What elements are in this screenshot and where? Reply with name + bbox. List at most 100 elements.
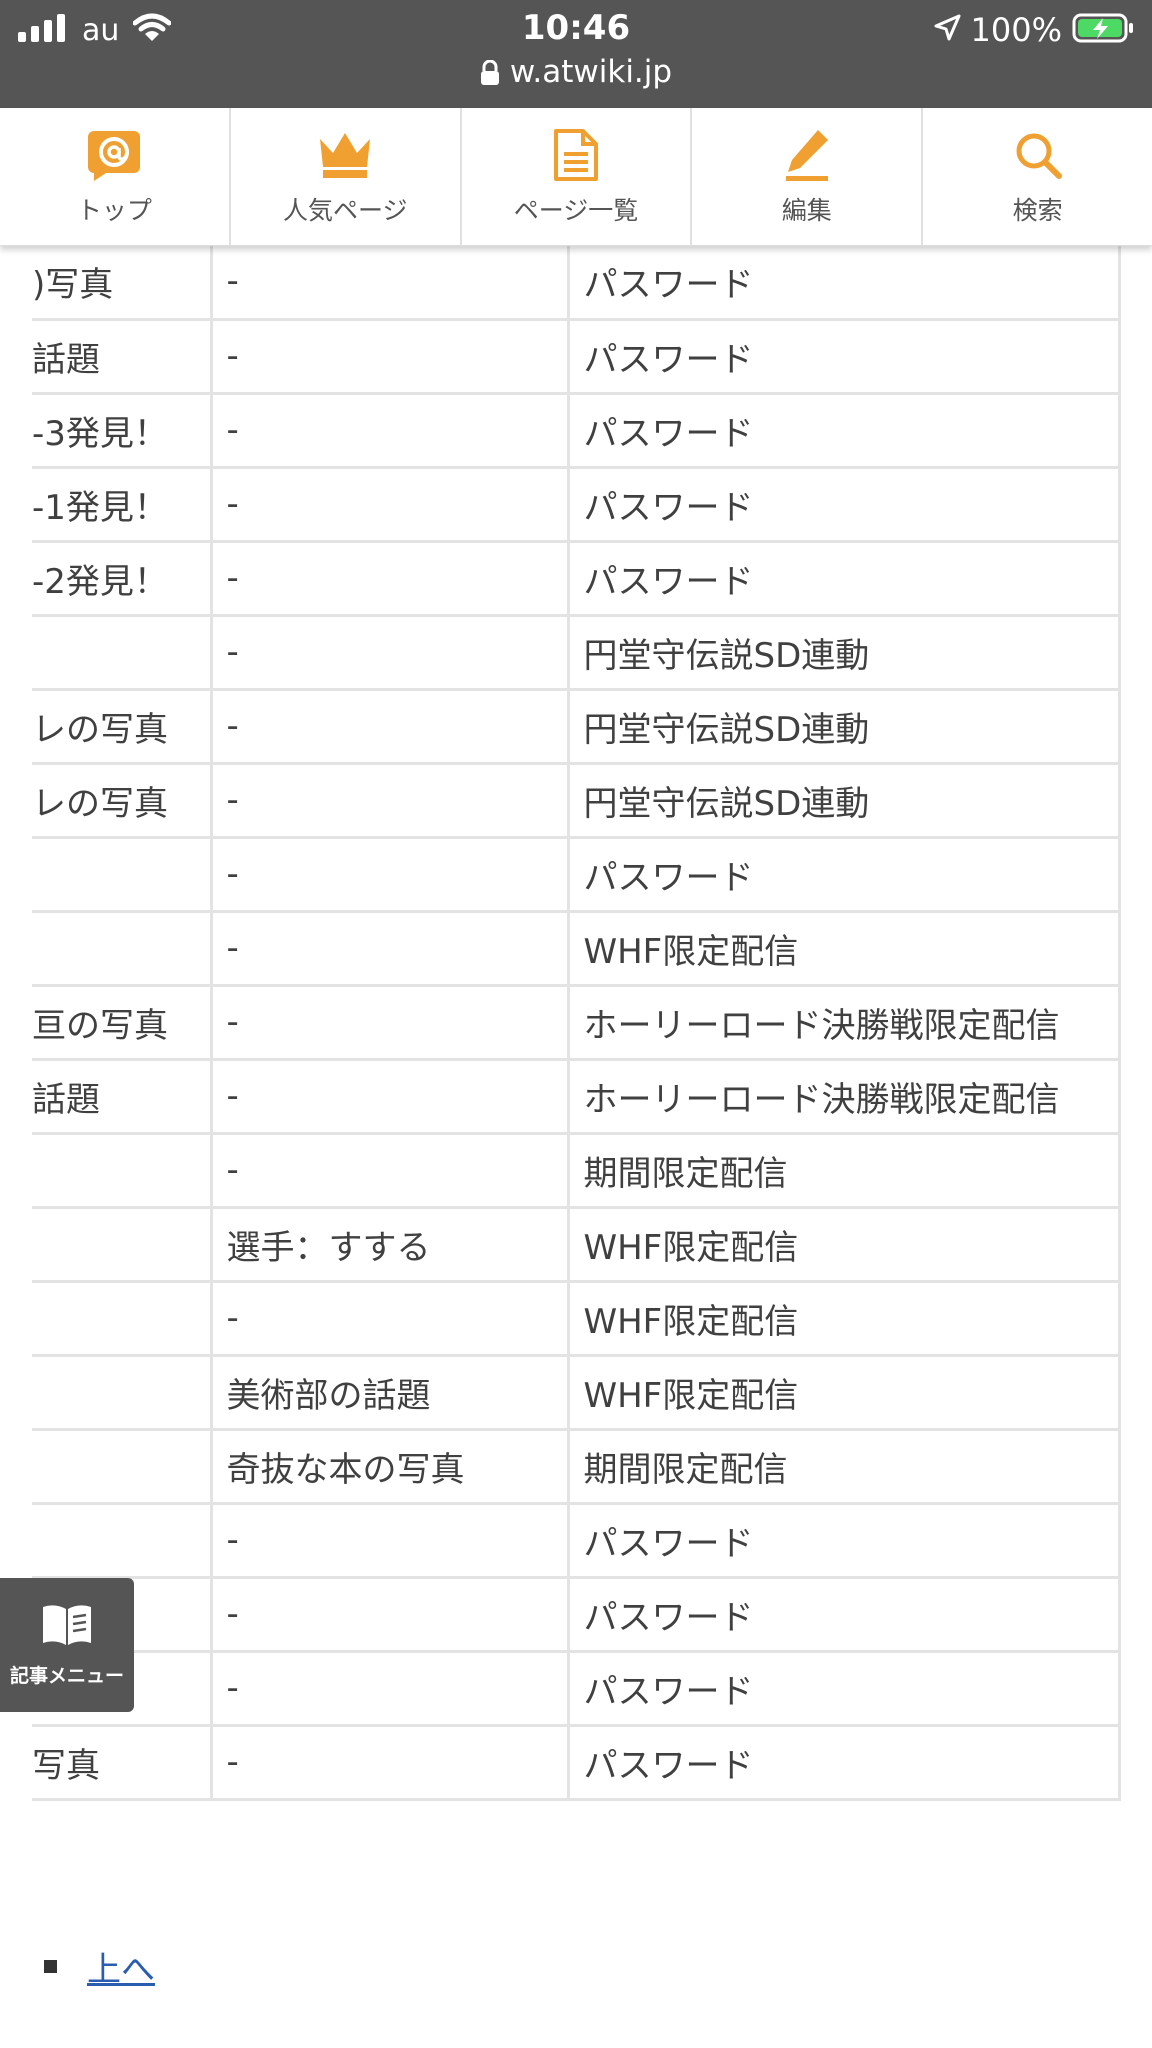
table-row: - パスワード	[32, 1501, 1121, 1579]
table-cell: 期間限定配信	[566, 1131, 1121, 1209]
book-icon	[39, 1603, 95, 1651]
table-cell: パスワード	[566, 539, 1121, 617]
status-bar: au 10:46 100% w.atwiki.jp	[0, 0, 1152, 108]
nav-edit[interactable]: 編集	[692, 108, 924, 245]
table-cell: パスワード	[566, 1723, 1121, 1801]
table-cell: 美術部の話題	[209, 1353, 570, 1431]
table-row: 写真 - パスワード	[32, 1723, 1121, 1801]
table-cell: -1発見！	[32, 465, 213, 543]
table-row: 話題-パスワード	[32, 1575, 1121, 1653]
table-cell: 円堂守伝説SD連動	[566, 761, 1121, 839]
table-row: )写真 - パスワード	[32, 245, 1121, 321]
table-row: レの写真 - 円堂守伝説SD連動	[32, 761, 1121, 839]
table-row: 奇抜な本の写真 期間限定配信	[32, 1427, 1121, 1505]
table-cell	[32, 909, 213, 987]
location-arrow-icon	[933, 14, 961, 46]
table-cell: -	[209, 835, 570, 913]
table-row: 亘の写真 - ホーリーロード決勝戦限定配信	[32, 983, 1121, 1061]
table-cell: 奇抜な本の写真	[209, 1427, 570, 1505]
table-cell: パスワード	[566, 245, 1121, 321]
nav-page-list-label: ページ一覧	[513, 195, 639, 225]
table-cell: -	[209, 465, 570, 543]
table-cell	[32, 1205, 213, 1283]
table-cell: -	[209, 761, 570, 839]
table-cell: -	[209, 245, 570, 321]
data-table: )写真 - パスワード 話題 - パスワード -3発見！ - パスワード -1発見！ - パスワ…	[32, 245, 1121, 1801]
table-cell: WHF限定配信	[566, 909, 1121, 987]
table-cell: ホーリーロード決勝戦限定配信	[566, 983, 1121, 1061]
crown-icon	[315, 127, 375, 183]
table-cell	[32, 1131, 213, 1209]
table-cell: 話題	[32, 317, 213, 395]
nav-page-list[interactable]: ページ一覧	[462, 108, 693, 245]
table-cell: -	[209, 1131, 570, 1209]
table-cell: -	[209, 539, 570, 617]
table-cell: 亘の写真	[32, 983, 213, 1061]
table-cell: -	[209, 613, 570, 691]
battery-percent: 100%	[970, 11, 1062, 49]
table-row: -2発見！ - パスワード	[32, 539, 1121, 617]
table-cell: -	[209, 1575, 570, 1653]
table-row: レの写真 - 円堂守伝説SD連動	[32, 687, 1121, 765]
bullet-icon	[44, 1960, 57, 1973]
table-cell: -	[209, 909, 570, 987]
pencil-icon	[777, 127, 837, 183]
table-cell	[32, 613, 213, 691]
url-text: w.atwiki.jp	[509, 54, 673, 90]
nav-popular[interactable]: 人気ページ	[231, 108, 462, 245]
table-cell: -3発見！	[32, 391, 213, 469]
at-icon	[84, 127, 144, 183]
table-cell	[32, 1501, 213, 1579]
table-cell: -	[209, 983, 570, 1061]
nav-search[interactable]: 検索	[923, 108, 1152, 245]
article-menu-label: 記事メニュー	[9, 1664, 124, 1687]
table-row: - 円堂守伝説SD連動	[32, 613, 1121, 691]
data-table-container: )写真 - パスワード 話題 - パスワード -3発見！ - パスワード -1発見！ - パスワ…	[32, 245, 1121, 1801]
table-cell: -	[209, 1501, 570, 1579]
table-cell: -	[209, 317, 570, 395]
table-cell: レの写真	[32, 687, 213, 765]
nav-top[interactable]: トップ	[0, 108, 231, 245]
table-cell: 円堂守伝説SD連動	[566, 687, 1121, 765]
table-cell: パスワード	[566, 465, 1121, 543]
table-cell: -	[209, 1057, 570, 1135]
top-nav: トップ 人気ページ ページ一覧 編集 検索	[0, 108, 1152, 246]
table-row: 話題-パスワード	[32, 317, 1121, 395]
table-cell: パスワード	[566, 1575, 1121, 1653]
table-row: - WHF限定配信	[32, 909, 1121, 987]
table-cell: レの写真	[32, 761, 213, 839]
table-cell: -	[209, 1723, 570, 1801]
table-cell: パスワード	[566, 1649, 1121, 1727]
back-to-top-link[interactable]: 上へ	[87, 1942, 155, 1991]
back-to-top: 上へ	[44, 1942, 155, 1991]
table-cell: パスワード	[566, 835, 1121, 913]
document-icon	[546, 127, 606, 183]
table-cell: )写真	[32, 245, 213, 321]
table-row: 美術部の話題 WHF限定配信	[32, 1353, 1121, 1431]
nav-edit-label: 編集	[781, 195, 832, 225]
table-cell: 写真	[32, 1723, 213, 1801]
table-cell: 選手：すする	[209, 1205, 570, 1283]
table-cell: ホーリーロード決勝戦限定配信	[566, 1057, 1121, 1135]
table-row: -3発見！ - パスワード	[32, 391, 1121, 469]
table-cell	[32, 1279, 213, 1357]
table-cell	[32, 1427, 213, 1505]
table-row: 題-パスワード	[32, 1649, 1121, 1727]
table-cell	[32, 835, 213, 913]
table-cell: -2発見！	[32, 539, 213, 617]
table-cell	[32, 1353, 213, 1431]
table-row: - パスワード	[32, 835, 1121, 913]
status-right: 100%	[933, 10, 1136, 50]
battery-charging-icon	[1072, 12, 1136, 48]
address-bar[interactable]: w.atwiki.jp	[0, 54, 1152, 94]
table-cell: -	[209, 1649, 570, 1727]
table-row: 話題 - ホーリーロード決勝戦限定配信	[32, 1057, 1121, 1135]
lock-icon	[480, 58, 500, 94]
table-cell: パスワード	[566, 1501, 1121, 1579]
table-row: -1発見！ - パスワード	[32, 465, 1121, 543]
article-menu-button[interactable]: 記事メニュー	[0, 1578, 134, 1712]
table-row: - WHF限定配信	[32, 1279, 1121, 1357]
table-cell: パスワード	[566, 391, 1121, 469]
search-icon	[1008, 127, 1068, 183]
table-cell: -	[209, 1279, 570, 1357]
